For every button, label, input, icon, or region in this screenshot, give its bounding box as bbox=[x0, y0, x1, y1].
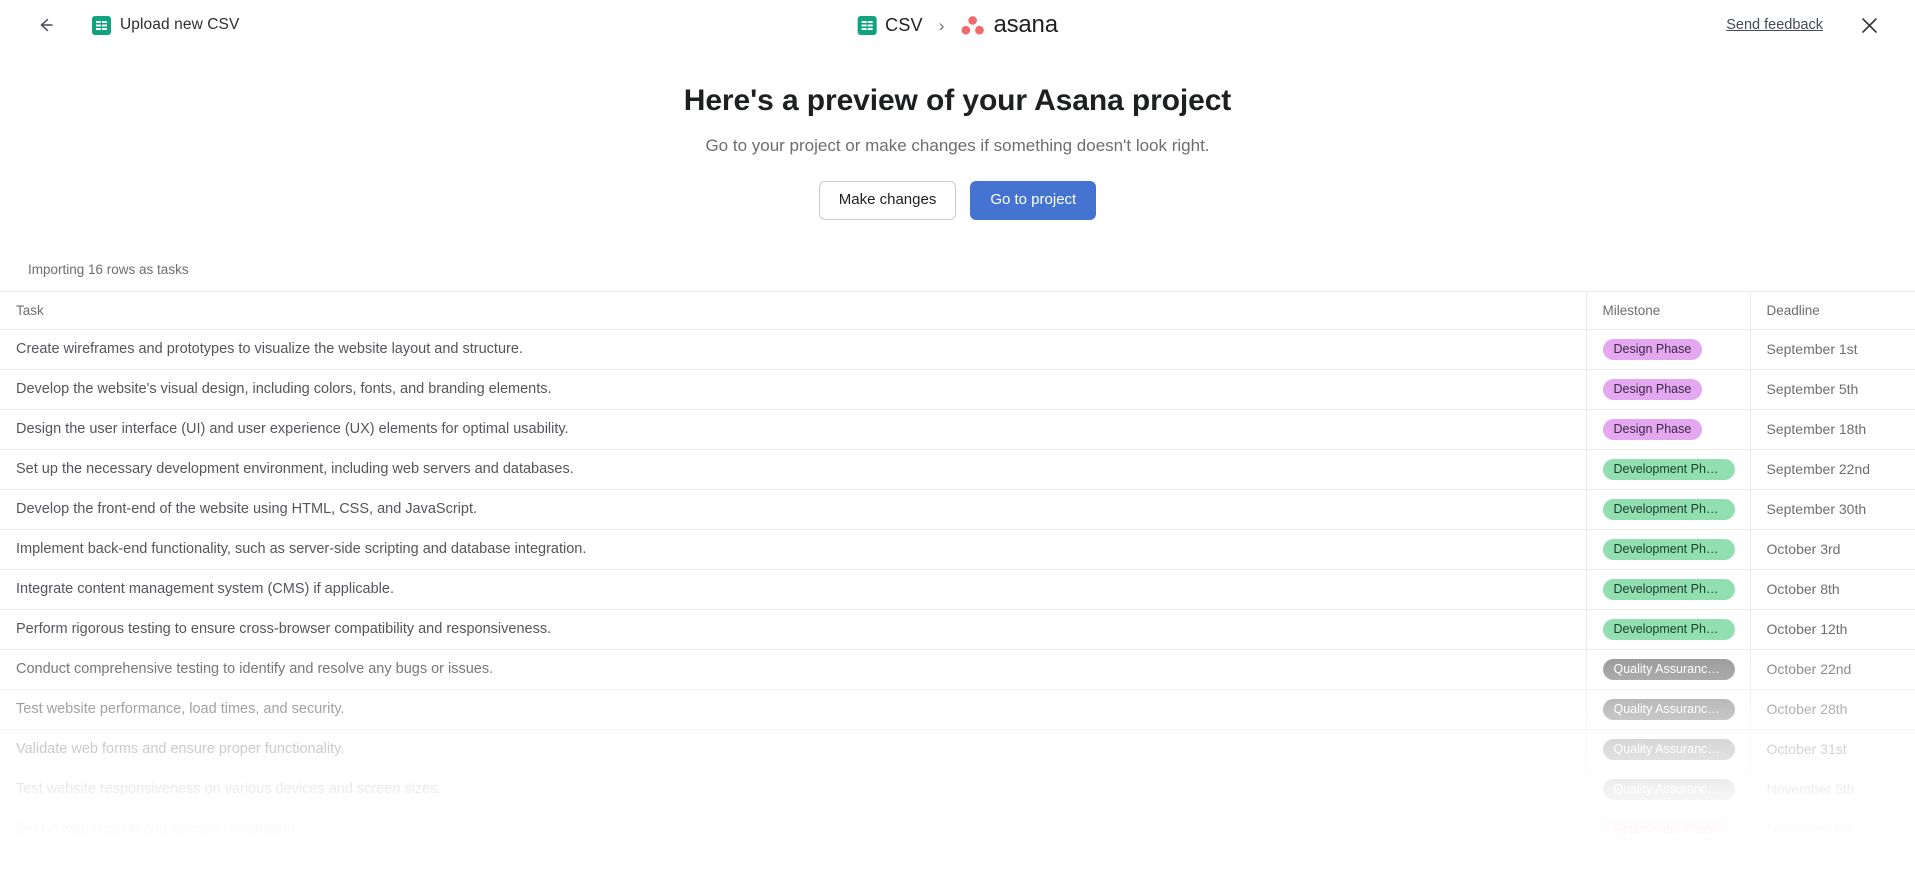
cell-deadline: September 5th bbox=[1749, 369, 1915, 410]
table-body: Create wireframes and prototypes to visu… bbox=[0, 329, 1915, 850]
cell-deadline: September 30th bbox=[1749, 489, 1915, 530]
send-feedback-link[interactable]: Send feedback bbox=[1726, 17, 1823, 33]
hero-actions: Make changes Go to project bbox=[0, 181, 1915, 220]
cell-milestone: Development Phase bbox=[1585, 529, 1750, 570]
cell-milestone: Quality Assurance P... bbox=[1585, 769, 1750, 810]
cell-milestone: Design Phase bbox=[1585, 409, 1750, 450]
cell-deadline: September 18th bbox=[1749, 409, 1915, 450]
preview-table: Task Milestone Deadline Create wireframe… bbox=[0, 290, 1915, 850]
cell-task: Implement back-end functionality, such a… bbox=[0, 529, 1586, 570]
milestone-pill: Deployment Phase bbox=[1602, 818, 1731, 840]
cell-milestone: Development Phase bbox=[1585, 489, 1750, 530]
table-row[interactable]: Set up the necessary development environ… bbox=[0, 449, 1915, 490]
milestone-pill: Development Phase bbox=[1602, 618, 1735, 640]
cell-milestone: Design Phase bbox=[1585, 369, 1750, 410]
asana-wordmark: asana bbox=[993, 11, 1058, 38]
breadcrumb: CSV › asana bbox=[857, 11, 1058, 39]
table-row[interactable]: Set up web hosting and domain registrati… bbox=[0, 809, 1915, 850]
cell-deadline: September 22nd bbox=[1749, 449, 1915, 490]
milestone-pill: Development Phase bbox=[1602, 538, 1735, 560]
breadcrumb-item-asana: asana bbox=[960, 11, 1058, 39]
cell-deadline: November 8th bbox=[1749, 809, 1915, 850]
cell-milestone: Development Phase bbox=[1585, 609, 1750, 650]
cell-milestone: Design Phase bbox=[1585, 329, 1750, 370]
cell-task: Test website performance, load times, an… bbox=[0, 689, 1586, 730]
cell-milestone: Quality Assurance P... bbox=[1585, 649, 1750, 690]
column-header-task[interactable]: Task bbox=[0, 290, 1586, 330]
cell-task: Set up the necessary development environ… bbox=[0, 449, 1586, 490]
preview-hero: Here's a preview of your Asana project G… bbox=[0, 84, 1915, 220]
upload-source-group: Upload new CSV bbox=[92, 15, 240, 35]
milestone-pill: Quality Assurance P... bbox=[1602, 698, 1735, 720]
cell-task: Develop the website's visual design, inc… bbox=[0, 369, 1586, 410]
chevron-right-icon: › bbox=[938, 15, 945, 35]
milestone-pill: Design Phase bbox=[1602, 378, 1703, 400]
table-row[interactable]: Perform rigorous testing to ensure cross… bbox=[0, 609, 1915, 650]
asana-logo-icon bbox=[961, 15, 984, 34]
cell-task: Develop the front-end of the website usi… bbox=[0, 489, 1586, 530]
table-row[interactable]: Create wireframes and prototypes to visu… bbox=[0, 329, 1915, 370]
cell-task: Design the user interface (UI) and user … bbox=[0, 409, 1586, 450]
milestone-pill: Design Phase bbox=[1602, 338, 1703, 360]
cell-task: Validate web forms and ensure proper fun… bbox=[0, 729, 1586, 770]
make-changes-button[interactable]: Make changes bbox=[818, 181, 957, 220]
cell-task: Test website responsiveness on various d… bbox=[0, 769, 1586, 810]
column-header-deadline[interactable]: Deadline bbox=[1749, 290, 1915, 330]
cell-milestone: Development Phase bbox=[1585, 569, 1750, 610]
cell-milestone: Deployment Phase bbox=[1585, 809, 1750, 850]
milestone-pill: Design Phase bbox=[1602, 418, 1703, 440]
page-subtitle: Go to your project or make changes if so… bbox=[705, 136, 1210, 155]
table-row[interactable]: Test website performance, load times, an… bbox=[0, 689, 1915, 730]
page-title: Here's a preview of your Asana project bbox=[683, 84, 1232, 117]
cell-deadline: October 31st bbox=[1749, 729, 1915, 770]
column-header-milestone[interactable]: Milestone bbox=[1585, 290, 1750, 330]
breadcrumb-item-csv: CSV bbox=[857, 15, 923, 36]
table-row[interactable]: Conduct comprehensive testing to identif… bbox=[0, 649, 1915, 690]
top-bar-actions: Send feedback bbox=[1726, 13, 1893, 37]
upload-new-csv-label: Upload new CSV bbox=[120, 16, 240, 33]
cell-milestone: Quality Assurance P... bbox=[1585, 689, 1750, 730]
cell-deadline: October 8th bbox=[1749, 569, 1915, 610]
close-icon[interactable] bbox=[1857, 13, 1881, 37]
cell-deadline: October 28th bbox=[1749, 689, 1915, 730]
cell-deadline: October 3rd bbox=[1749, 529, 1915, 570]
milestone-pill: Quality Assurance P... bbox=[1602, 658, 1735, 680]
table-row[interactable]: Design the user interface (UI) and user … bbox=[0, 409, 1915, 450]
cell-task: Create wireframes and prototypes to visu… bbox=[0, 329, 1586, 370]
csv-file-icon bbox=[857, 15, 877, 35]
table-row[interactable]: Develop the website's visual design, inc… bbox=[0, 369, 1915, 410]
table-row[interactable]: Implement back-end functionality, such a… bbox=[0, 529, 1915, 570]
importing-rows-note: Importing 16 rows as tasks bbox=[28, 261, 189, 277]
milestone-pill: Quality Assurance P... bbox=[1602, 738, 1735, 760]
table-header-row: Task Milestone Deadline bbox=[0, 290, 1915, 330]
cell-milestone: Development Phase bbox=[1585, 449, 1750, 490]
cell-deadline: October 12th bbox=[1749, 609, 1915, 650]
milestone-pill: Development Phase bbox=[1602, 498, 1735, 520]
table-row[interactable]: Test website responsiveness on various d… bbox=[0, 769, 1915, 810]
go-to-project-button[interactable]: Go to project bbox=[970, 181, 1097, 220]
cell-deadline: November 5th bbox=[1749, 769, 1915, 810]
table-row[interactable]: Validate web forms and ensure proper fun… bbox=[0, 729, 1915, 770]
cell-deadline: October 22nd bbox=[1749, 649, 1915, 690]
back-arrow-icon[interactable] bbox=[32, 12, 58, 38]
cell-deadline: September 1st bbox=[1749, 329, 1915, 370]
milestone-pill: Development Phase bbox=[1602, 578, 1735, 600]
cell-task: Integrate content management system (CMS… bbox=[0, 569, 1586, 610]
breadcrumb-csv-label: CSV bbox=[885, 14, 923, 35]
google-sheets-icon bbox=[92, 15, 111, 35]
cell-task: Perform rigorous testing to ensure cross… bbox=[0, 609, 1586, 650]
cell-task: Set up web hosting and domain registrati… bbox=[0, 809, 1586, 850]
milestone-pill: Development Phase bbox=[1602, 458, 1735, 480]
cell-milestone: Quality Assurance P... bbox=[1585, 729, 1750, 770]
table-row[interactable]: Develop the front-end of the website usi… bbox=[0, 489, 1915, 530]
top-bar: Upload new CSV CSV › asana Send feedback bbox=[0, 0, 1915, 50]
milestone-pill: Quality Assurance P... bbox=[1602, 778, 1735, 800]
preview-table-section: Importing 16 rows as tasks Task Mileston… bbox=[0, 262, 1915, 850]
cell-task: Conduct comprehensive testing to identif… bbox=[0, 649, 1586, 690]
table-row[interactable]: Integrate content management system (CMS… bbox=[0, 569, 1915, 610]
